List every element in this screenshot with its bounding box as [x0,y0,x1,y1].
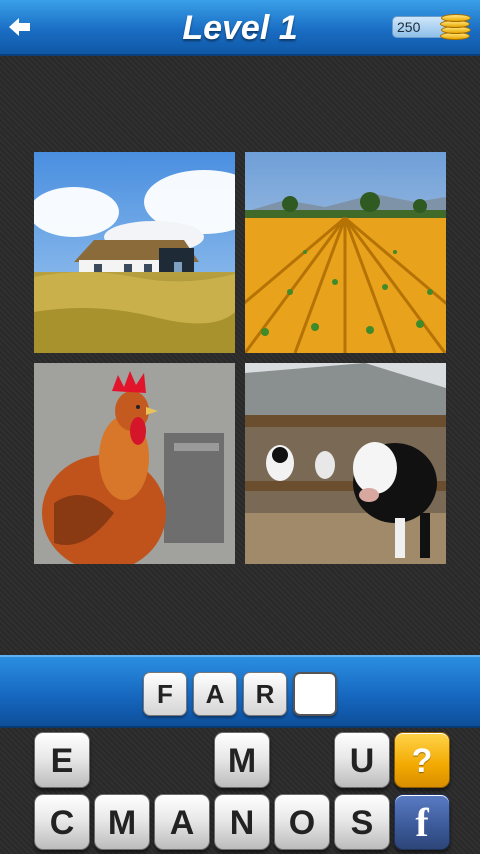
letter-tile[interactable]: U [334,732,390,788]
picture-field[interactable] [245,152,446,353]
facebook-button[interactable]: f [394,794,450,850]
letter-tile[interactable]: E [34,732,90,788]
letter-tile[interactable]: S [334,794,390,850]
header-bar: Level 1 250 [0,0,480,56]
letter-tile[interactable]: C [34,794,90,850]
picture-house[interactable] [34,152,235,353]
picture-cows[interactable] [245,363,446,564]
back-button[interactable] [6,12,34,42]
coin-stack-icon [438,12,472,42]
letter-tile[interactable]: O [274,794,330,850]
letter-tile[interactable]: N [214,794,270,850]
letter-tile[interactable]: M [94,794,150,850]
picture-rooster[interactable] [34,363,235,564]
answer-slot[interactable]: A [193,672,237,716]
answer-slot[interactable]: R [243,672,287,716]
answer-bar: F A R [0,655,480,728]
back-arrow-icon [9,18,30,36]
letter-tile[interactable]: A [154,794,210,850]
answer-slot-empty[interactable] [293,672,337,716]
picture-grid [34,152,446,564]
answer-slot[interactable]: F [143,672,187,716]
hint-button[interactable]: ? [394,732,450,788]
coin-count: 250 [397,19,421,35]
letter-tile[interactable]: M [214,732,270,788]
